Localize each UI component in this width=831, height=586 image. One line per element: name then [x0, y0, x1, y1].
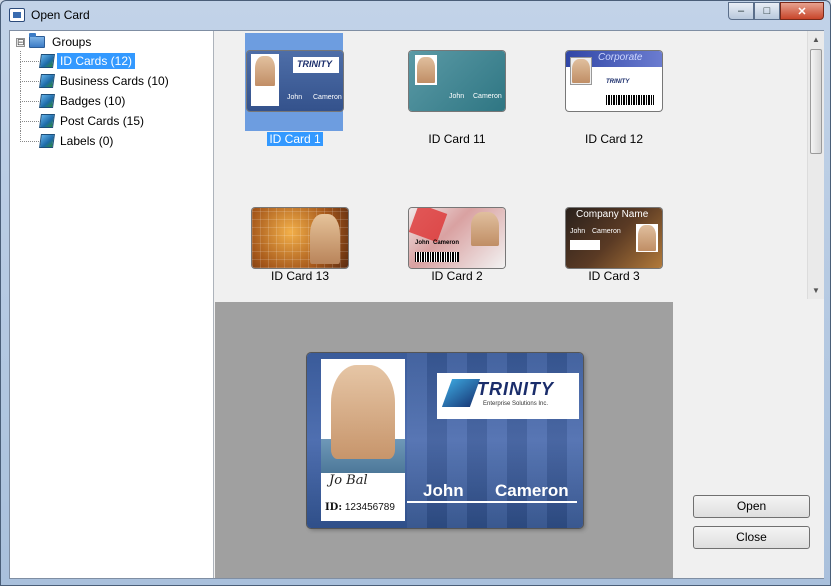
open-button[interactable]: Open: [693, 495, 810, 518]
card-first-name: John: [570, 228, 586, 235]
card-window-icon: [9, 8, 25, 22]
collapse-expander-icon[interactable]: ⊟: [16, 37, 25, 47]
trinity-logo-icon: [441, 379, 481, 407]
tree-item-business-cards[interactable]: Business Cards (10): [20, 71, 172, 91]
thumbnail-id-card-12[interactable]: Corporate TRINITY ID Card 12: [529, 31, 662, 181]
card-last-name: Cameron: [433, 240, 460, 246]
card-brand-text-2: TRINITY: [606, 79, 630, 85]
card-last-name: Cameron: [473, 93, 502, 100]
tree-item-label: Labels (0): [60, 134, 114, 148]
close-button[interactable]: Close: [693, 526, 810, 549]
thumbnail-id-card-3[interactable]: Company Name John Cameron ID Card 3: [529, 188, 662, 299]
scrollbar-thumb[interactable]: [810, 49, 822, 154]
card-thumbnail-image: John Cameron: [409, 51, 505, 111]
tree-root-groups[interactable]: ⊟ Groups: [16, 33, 94, 50]
tree-item-labels[interactable]: Labels (0): [20, 131, 172, 151]
card-stack-icon: [39, 54, 55, 68]
tree-item-id-cards[interactable]: ID Cards (12): [20, 51, 172, 71]
thumbnail-scrollbar[interactable]: ▲ ▼: [807, 31, 824, 299]
group-tree: ⊟ Groups ID Cards (12) Business Cards (1…: [10, 31, 214, 578]
card-first-name: John: [287, 94, 303, 101]
tree-root-label: Groups: [52, 35, 92, 49]
card-first-name: John: [449, 93, 465, 100]
card-stack-icon: [39, 94, 55, 108]
close-window-button[interactable]: ✕: [780, 2, 824, 20]
thumbnail-caption: ID Card 13: [270, 269, 330, 283]
card-last-name: Cameron: [495, 481, 569, 500]
thumbnail-id-card-11[interactable]: John Cameron ID Card 11: [372, 31, 505, 181]
card-preview-panel: Jo Bal ID: 123456789 TRINITY Enterprise …: [215, 302, 673, 578]
scroll-down-icon[interactable]: ▼: [808, 282, 824, 299]
folder-icon: [29, 33, 45, 48]
dialog-client: ⊟ Groups ID Cards (12) Business Cards (1…: [9, 30, 824, 579]
card-thumbnail-image: TRINITY John Cameron: [247, 51, 343, 111]
open-card-window: Open Card – □ ✕ ⊟ Groups ID Cards (12) B: [0, 0, 831, 586]
card-brand-name: TRINITY: [477, 379, 554, 399]
thumbnail-caption: ID Card 3: [588, 269, 640, 283]
maximize-button[interactable]: □: [754, 2, 780, 20]
card-id-value: 123456789: [344, 502, 395, 513]
thumbnail-id-card-1[interactable]: TRINITY John Cameron ID Card 1: [215, 31, 345, 181]
card-id-label: ID:: [325, 502, 343, 513]
card-thumbnail-image: Corporate TRINITY: [566, 51, 662, 111]
card-stack-icon: [39, 134, 55, 148]
card-brand-text: Company Name: [576, 209, 649, 220]
card-first-name: John: [415, 240, 430, 246]
thumbnail-grid: TRINITY John Cameron ID Card 1 John Came…: [215, 31, 824, 299]
card-thumbnail-image: Company Name John Cameron: [566, 208, 662, 268]
card-logo: TRINITY Enterprise Solutions Inc.: [437, 373, 579, 419]
card-preview-image: Jo Bal ID: 123456789 TRINITY Enterprise …: [307, 353, 583, 528]
scroll-up-icon[interactable]: ▲: [808, 31, 824, 48]
card-signature: Jo Bal: [329, 473, 368, 488]
thumbnail-caption: ID Card 2: [431, 269, 483, 283]
thumbnail-caption: ID Card 12: [584, 132, 644, 146]
thumbnail-id-card-13[interactable]: ID Card 13: [215, 188, 348, 299]
card-brand-text: Corporate: [598, 52, 643, 63]
card-first-name: John: [423, 481, 464, 500]
thumbnail-id-card-2[interactable]: John Cameron ID Card 2: [372, 188, 505, 299]
card-last-name: Cameron: [592, 228, 621, 235]
window-title: Open Card: [31, 8, 90, 22]
card-name-underline: [407, 501, 577, 503]
tree-item-label: ID Cards (12): [57, 53, 136, 69]
tree-item-badges[interactable]: Badges (10): [20, 91, 172, 111]
card-thumbnail-image: John Cameron: [409, 208, 505, 268]
card-thumbnail-image: [252, 208, 348, 268]
card-brand-subtitle: Enterprise Solutions Inc.: [483, 401, 549, 407]
card-stack-icon: [39, 114, 55, 128]
card-stack-icon: [39, 74, 55, 88]
card-id-bar: ID: 123456789: [321, 497, 405, 521]
dialog-button-area: Open Close: [673, 302, 824, 578]
title-bar[interactable]: Open Card – □ ✕: [1, 1, 830, 29]
card-brand-text: TRINITY: [297, 59, 332, 69]
thumbnail-caption: ID Card 1: [267, 132, 323, 146]
card-photo: Jo Bal: [321, 359, 405, 497]
tree-item-label: Post Cards (15): [60, 114, 145, 128]
tree-item-label: Business Cards (10): [60, 74, 169, 88]
tree-item-post-cards[interactable]: Post Cards (15): [20, 111, 172, 131]
tree-item-label: Badges (10): [60, 94, 126, 108]
card-last-name: Cameron: [313, 94, 342, 101]
thumbnail-caption: ID Card 11: [428, 132, 486, 146]
minimize-button[interactable]: –: [728, 2, 754, 20]
